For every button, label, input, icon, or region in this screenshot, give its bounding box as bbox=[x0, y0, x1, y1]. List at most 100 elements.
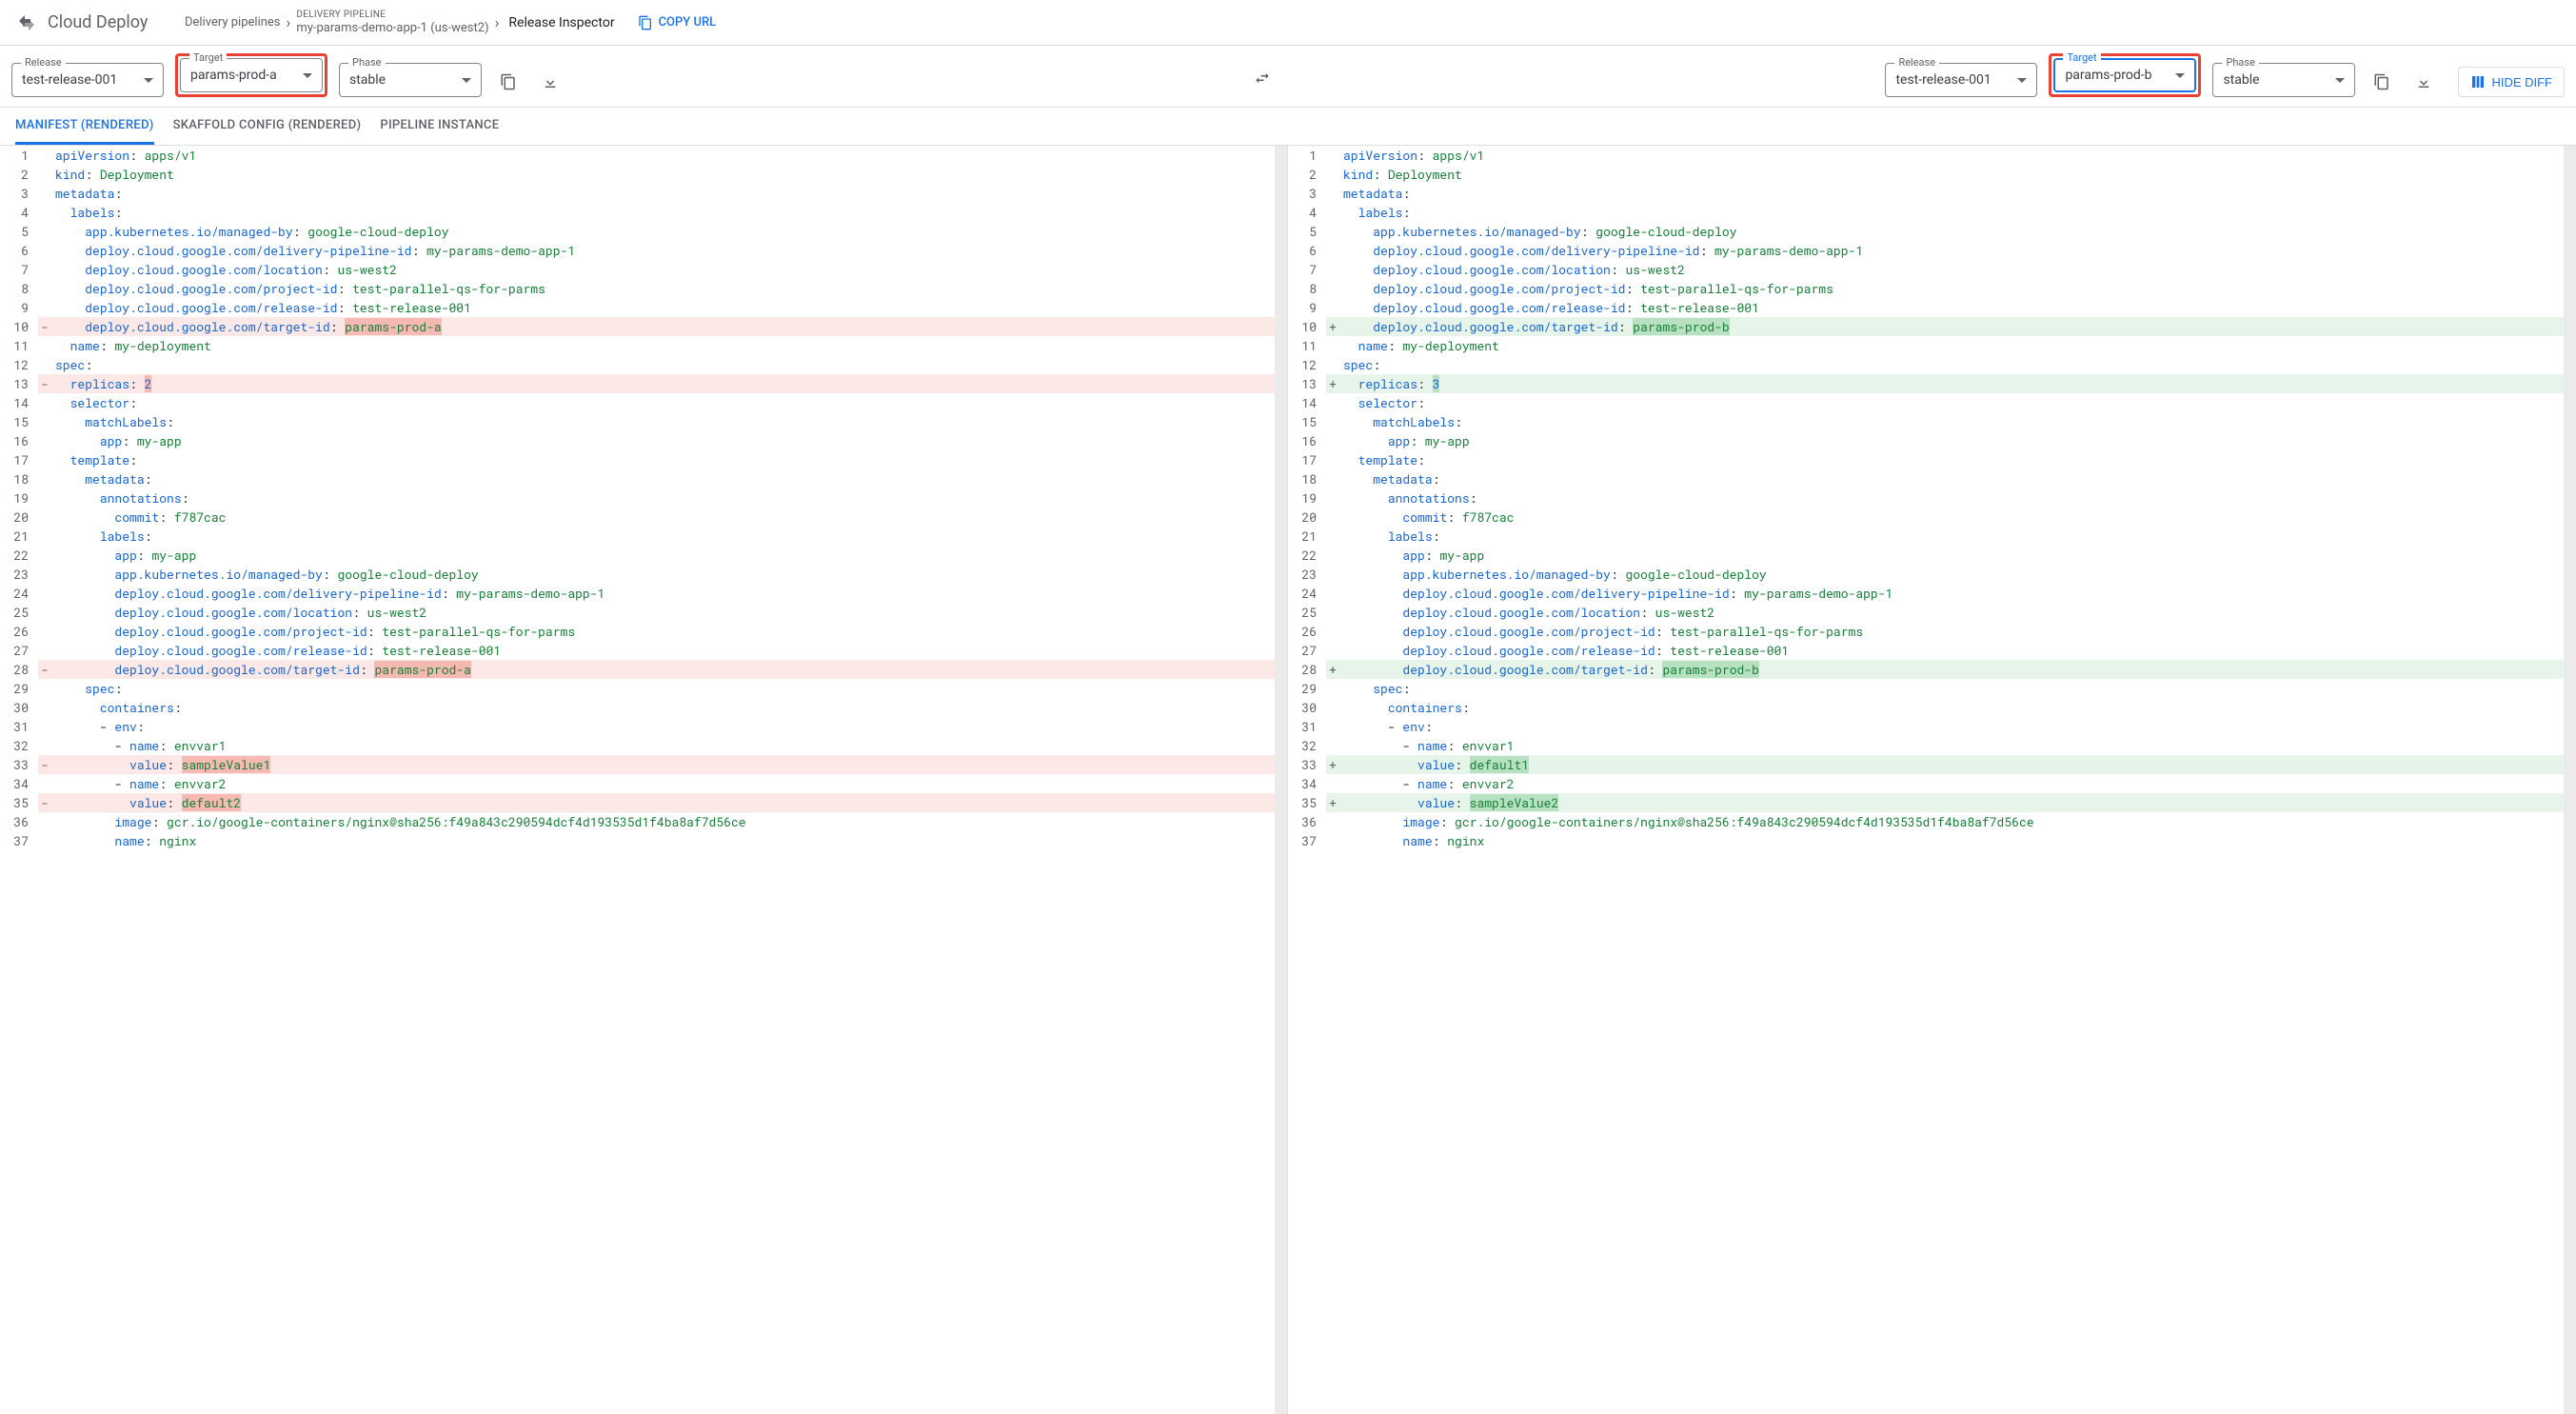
line-number: 13 bbox=[0, 374, 38, 393]
code-content: - name: envvar1 bbox=[51, 736, 1287, 755]
code-line: 18 metadata: bbox=[0, 469, 1287, 488]
code-content: commit: f787cac bbox=[51, 508, 1287, 527]
code-content: app: my-app bbox=[51, 431, 1287, 450]
line-number: 20 bbox=[0, 508, 38, 527]
tab-skaffold[interactable]: SKAFFOLD CONFIG (RENDERED) bbox=[173, 108, 362, 145]
line-number: 34 bbox=[1288, 774, 1326, 793]
hide-diff-button[interactable]: HIDE DIFF bbox=[2458, 67, 2565, 97]
tab-manifest[interactable]: MANIFEST (RENDERED) bbox=[15, 108, 154, 145]
code-content: kind: Deployment bbox=[1339, 165, 2576, 184]
diff-gutter bbox=[38, 469, 51, 488]
line-number: 8 bbox=[0, 279, 38, 298]
code-content: image: gcr.io/google-containers/nginx@sh… bbox=[1339, 812, 2576, 831]
copy-url-label: COPY URL bbox=[659, 15, 717, 30]
code-content: app: my-app bbox=[1339, 431, 2576, 450]
code-line: 32 - name: envvar1 bbox=[0, 736, 1287, 755]
line-number: 30 bbox=[1288, 698, 1326, 717]
right-selectors: Release test-release-001 Target params-p… bbox=[1885, 53, 2439, 97]
chevron-right-icon: › bbox=[495, 13, 500, 31]
code-content: deploy.cloud.google.com/delivery-pipelin… bbox=[51, 584, 1287, 603]
code-line: 29 spec: bbox=[0, 679, 1287, 698]
copy-button-right[interactable] bbox=[2367, 67, 2397, 97]
code-content: deploy.cloud.google.com/delivery-pipelin… bbox=[1339, 584, 2576, 603]
diff-gutter bbox=[1326, 317, 1339, 336]
line-number: 12 bbox=[1288, 355, 1326, 374]
code-line: 37 name: nginx bbox=[0, 831, 1287, 850]
line-number: 11 bbox=[1288, 336, 1326, 355]
diff-gutter bbox=[1326, 374, 1339, 393]
code-line: 27 deploy.cloud.google.com/release-id: t… bbox=[0, 641, 1287, 660]
line-number: 23 bbox=[1288, 565, 1326, 584]
code-content: app.kubernetes.io/managed-by: google-clo… bbox=[1339, 565, 2576, 584]
code-line: 12spec: bbox=[0, 355, 1287, 374]
diff-pane-left[interactable]: 1apiVersion: apps/v12kind: Deployment3me… bbox=[0, 146, 1288, 1414]
copy-url-button[interactable]: COPY URL bbox=[638, 15, 717, 30]
download-icon bbox=[2415, 73, 2432, 90]
code-line: 16 app: my-app bbox=[1288, 431, 2576, 450]
diff-gutter bbox=[38, 203, 51, 222]
line-number: 19 bbox=[1288, 488, 1326, 508]
tab-pipeline-instance[interactable]: PIPELINE INSTANCE bbox=[380, 108, 499, 145]
code-line: 26 deploy.cloud.google.com/project-id: t… bbox=[0, 622, 1287, 641]
code-content: deploy.cloud.google.com/target-id: param… bbox=[1339, 317, 2576, 336]
code-content: replicas: 3 bbox=[1339, 374, 2576, 393]
product-name: Cloud Deploy bbox=[48, 12, 148, 32]
code-line: 24 deploy.cloud.google.com/delivery-pipe… bbox=[1288, 584, 2576, 603]
line-number: 7 bbox=[1288, 260, 1326, 279]
code-content: labels: bbox=[51, 203, 1287, 222]
swap-button[interactable] bbox=[1247, 63, 1278, 93]
diff-pane-right[interactable]: 1apiVersion: apps/v12kind: Deployment3me… bbox=[1288, 146, 2576, 1414]
code-line: 5 app.kubernetes.io/managed-by: google-c… bbox=[0, 222, 1287, 241]
line-number: 21 bbox=[0, 527, 38, 546]
target-value: params-prod-a bbox=[190, 68, 277, 83]
code-content: deploy.cloud.google.com/project-id: test… bbox=[1339, 622, 2576, 641]
code-line: 6 deploy.cloud.google.com/delivery-pipel… bbox=[0, 241, 1287, 260]
breadcrumb-pipeline[interactable]: DELIVERY PIPELINE my-params-demo-app-1 (… bbox=[296, 10, 488, 36]
line-number: 29 bbox=[1288, 679, 1326, 698]
code-line: 23 app.kubernetes.io/managed-by: google-… bbox=[1288, 565, 2576, 584]
chevron-down-icon bbox=[462, 78, 471, 83]
line-number: 28 bbox=[0, 660, 38, 679]
code-content: deploy.cloud.google.com/project-id: test… bbox=[51, 279, 1287, 298]
diff-gutter bbox=[38, 508, 51, 527]
code-line: 24 deploy.cloud.google.com/delivery-pipe… bbox=[0, 584, 1287, 603]
code-content: - name: envvar1 bbox=[1339, 736, 2576, 755]
diff-gutter bbox=[38, 793, 51, 812]
diff-gutter bbox=[38, 641, 51, 660]
line-number: 14 bbox=[0, 393, 38, 412]
breadcrumb: Delivery pipelines › DELIVERY PIPELINE m… bbox=[185, 10, 716, 36]
release-field-right: Release test-release-001 bbox=[1885, 63, 2037, 97]
download-button-left[interactable] bbox=[535, 67, 565, 97]
copy-button-left[interactable] bbox=[493, 67, 524, 97]
line-number: 16 bbox=[1288, 431, 1326, 450]
line-number: 7 bbox=[0, 260, 38, 279]
diff-gutter bbox=[38, 374, 51, 393]
scrollbar[interactable] bbox=[1275, 146, 1287, 1414]
line-number: 35 bbox=[1288, 793, 1326, 812]
code-content: - env: bbox=[1339, 717, 2576, 736]
release-field-left: Release test-release-001 bbox=[11, 63, 164, 97]
line-number: 22 bbox=[0, 546, 38, 565]
diff-gutter bbox=[38, 698, 51, 717]
code-line: 10 deploy.cloud.google.com/target-id: pa… bbox=[1288, 317, 2576, 336]
code-content: containers: bbox=[51, 698, 1287, 717]
code-content: deploy.cloud.google.com/target-id: param… bbox=[51, 660, 1287, 679]
selectors-row: Release test-release-001 Target params-p… bbox=[0, 46, 2576, 108]
scrollbar[interactable] bbox=[2564, 146, 2576, 1414]
code-content: value: sampleValue1 bbox=[51, 755, 1287, 774]
diff-gutter bbox=[38, 279, 51, 298]
diff-gutter bbox=[38, 298, 51, 317]
diff-gutter bbox=[1326, 565, 1339, 584]
line-number: 34 bbox=[0, 774, 38, 793]
diff-gutter bbox=[38, 565, 51, 584]
code-content: matchLabels: bbox=[51, 412, 1287, 431]
diff-gutter bbox=[38, 527, 51, 546]
diff-gutter bbox=[1326, 527, 1339, 546]
breadcrumb-pipelines[interactable]: Delivery pipelines bbox=[185, 15, 281, 30]
code-content: name: nginx bbox=[1339, 831, 2576, 850]
download-button-right[interactable] bbox=[2408, 67, 2439, 97]
line-number: 25 bbox=[1288, 603, 1326, 622]
diff-gutter bbox=[38, 431, 51, 450]
line-number: 3 bbox=[0, 184, 38, 203]
line-number: 10 bbox=[0, 317, 38, 336]
